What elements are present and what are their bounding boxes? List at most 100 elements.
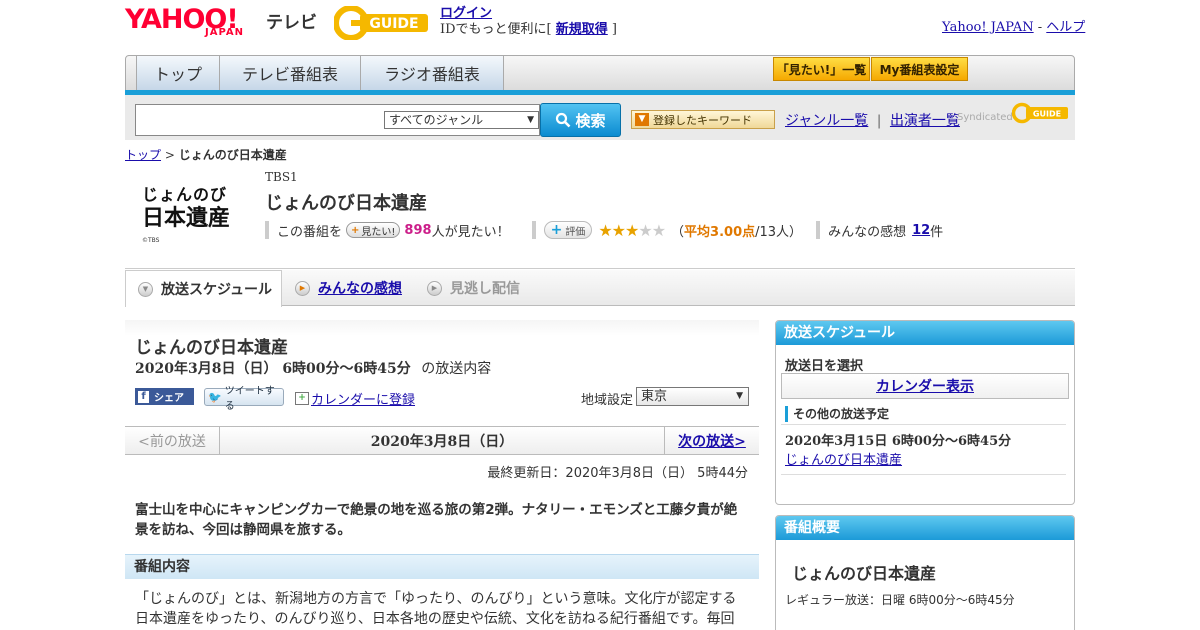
svg-text:GUIDE: GUIDE [1033,110,1061,119]
keyword-button-label: 登録したキーワード [653,113,752,127]
tab-schedule[interactable]: ▼ 放送スケジュール [125,270,282,307]
schedule-sidebar-head: 放送スケジュール [776,321,1074,345]
next-broadcast-link[interactable]: 次の放送> [678,431,746,451]
nav-tab-tv-schedule[interactable]: テレビ番組表 [220,56,361,90]
other-broadcasts-label: その他の放送予定 [793,407,890,421]
star-empty-icon: ★ [638,220,652,240]
gguide-logo[interactable]: GUIDE [333,5,434,41]
current-broadcast-date: 2020年3月8日（日） [370,433,514,450]
impressions-unit: 件 [930,224,944,240]
calendar-register[interactable]: + カレンダーに登録 [295,389,415,408]
mitai-count: 898 [404,222,432,238]
select-date-label: 放送日を選択 [785,359,864,374]
mitai-list-button[interactable]: 「見たい!」一覧 [773,57,870,81]
plus-icon: + [550,222,563,238]
facebook-share-label: シェア [154,393,184,404]
help-link[interactable]: ヘルプ [1046,20,1085,35]
search-links-sep: | [876,113,882,129]
main-nav: トップ テレビ番組表 ラジオ番組表 「見たい!」一覧 My番組表設定 [125,55,1075,91]
section-heading: 番組内容 [125,554,759,579]
main-date-value: 2020年3月8日（日） 6時00分～6時45分 [135,361,411,377]
program-logo-image: じょんのび 日本遺産 ©TBS [138,180,253,245]
my-schedule-button[interactable]: My番組表設定 [871,57,968,81]
star-empty-icon: ★ [651,220,666,240]
tab-vod-label: 見逃し配信 [450,281,520,297]
yahoo-japan-logo-sub: JAPAN [205,27,244,38]
meta-divider [531,221,536,239]
twitter-bird-icon: 🐦 [208,390,222,404]
chevron-right-icon: ▶ [295,280,310,296]
rating-avg-open: （ [671,224,685,240]
broadcast-pager: <前の放送 2020年3月8日（日） 次の放送> [125,426,759,455]
meta-divider [816,221,821,239]
program-body: 「じょんのび」とは、新潟地方の方言で「ゆったり、のんびり」という意味。文化庁が認… [135,591,737,627]
login-link[interactable]: ログイン [440,6,492,21]
region-select-value: 東京 [641,389,668,404]
divider [781,474,1066,475]
login-desc-suffix: ] [607,22,617,37]
plus-icon: + [351,224,360,236]
breadcrumb-current: じょんのび日本遺産 [178,148,287,162]
chevron-down-icon: ▼ [736,391,743,401]
keyword-button[interactable]: ▼ 登録したキーワード [631,110,775,129]
tweet-button[interactable]: 🐦 ツイートする [204,386,284,412]
genre-list-link[interactable]: ジャンル一覧 [785,113,868,129]
nav-tab-radio-schedule[interactable]: ラジオ番組表 [361,56,504,90]
mitai-suffix: 人が見たい！ [431,224,510,240]
program-summary: 富士山を中心にキャンピングカーで絶景の地を巡る旅の第2弾。ナタリー・エモンズと工… [135,502,738,538]
rating-count: /13人） [755,224,803,240]
tweet-label: ツイートする [224,386,275,412]
prev-broadcast: <前の放送 [125,427,220,454]
breadcrumb-top-link[interactable]: トップ [125,148,161,162]
top-right-links: Yahoo! JAPAN - ヘルプ [942,16,1085,35]
mitai-prefix: この番組を [277,224,343,240]
meta-divider [265,221,269,239]
impressions-count-link[interactable]: 12 [912,223,930,238]
nav-tab-top[interactable]: トップ [136,56,220,90]
chevron-down-icon: ▼ [527,115,534,125]
search-links: ジャンル一覧 | 出演者一覧 [785,110,960,130]
other-broadcasts-heading: その他の放送予定 [785,405,889,422]
program-meta: この番組を + 見たい! 898 人が見たい！ + 評価 ★★★★★ （平均3.00… [265,220,944,240]
facebook-share-button[interactable]: f シェア [135,388,194,405]
calendar-show-button[interactable]: カレンダー表示 [781,373,1069,399]
search-button[interactable]: 検索 [540,103,621,137]
program-logo-copyright: ©TBS [142,237,160,244]
search-icon [556,112,571,128]
program-logo-line1: じょんのび [142,185,227,204]
calendar-show-link[interactable]: カレンダー表示 [876,376,974,396]
mitai-button[interactable]: + 見たい! [346,222,401,238]
triangle-down-icon: ▼ [635,113,649,126]
impressions-label: みんなの感想 [828,224,907,240]
overview-sidebar-head: 番組概要 [776,516,1074,540]
svg-text:GUIDE: GUIDE [369,16,418,32]
chevron-down-icon: ▼ [138,281,153,297]
star-icon: ★ [598,220,612,240]
region-label: 地域設定 [581,393,634,408]
channel-label: TBS1 [265,170,298,184]
main-title: じょんのび日本遺産 [135,338,288,358]
regular-broadcast-info: レギュラー放送：日曜 6時00分～6時45分 [785,593,1015,607]
yahoo-japan-link[interactable]: Yahoo! JAPAN [942,20,1034,35]
program-title: じょんのび日本遺産 [265,193,427,214]
breadcrumb-sep: > [161,148,179,162]
other-broadcast-link[interactable]: じょんのび日本遺産 [785,453,902,468]
tab-impressions-label[interactable]: みんなの感想 [318,278,402,298]
signup-link[interactable]: 新規取得 [556,22,608,37]
rating-average: 平均3.00点 [684,224,756,240]
calendar-add-icon: + [295,392,309,405]
tv-logo-label[interactable]: テレビ [266,8,317,33]
breadcrumb: トップ > じょんのび日本遺産 [125,146,287,163]
rate-button[interactable]: + 評価 [543,221,593,239]
facebook-icon: f [138,390,149,403]
login-desc-prefix: IDでもっと便利に[ [440,22,556,37]
divider [781,424,1066,425]
calendar-register-link[interactable]: カレンダーに登録 [311,389,415,408]
genre-select[interactable]: すべてのジャンル ▼ [384,111,539,129]
star-icon: ★ [611,220,626,240]
cast-list-link[interactable]: 出演者一覧 [890,113,960,129]
search-button-label: 検索 [575,111,606,130]
tab-impressions[interactable]: ▶ みんなの感想 [295,270,425,306]
region-select[interactable]: 東京 ▼ [636,387,749,406]
tab-schedule-label: 放送スケジュール [161,282,273,298]
